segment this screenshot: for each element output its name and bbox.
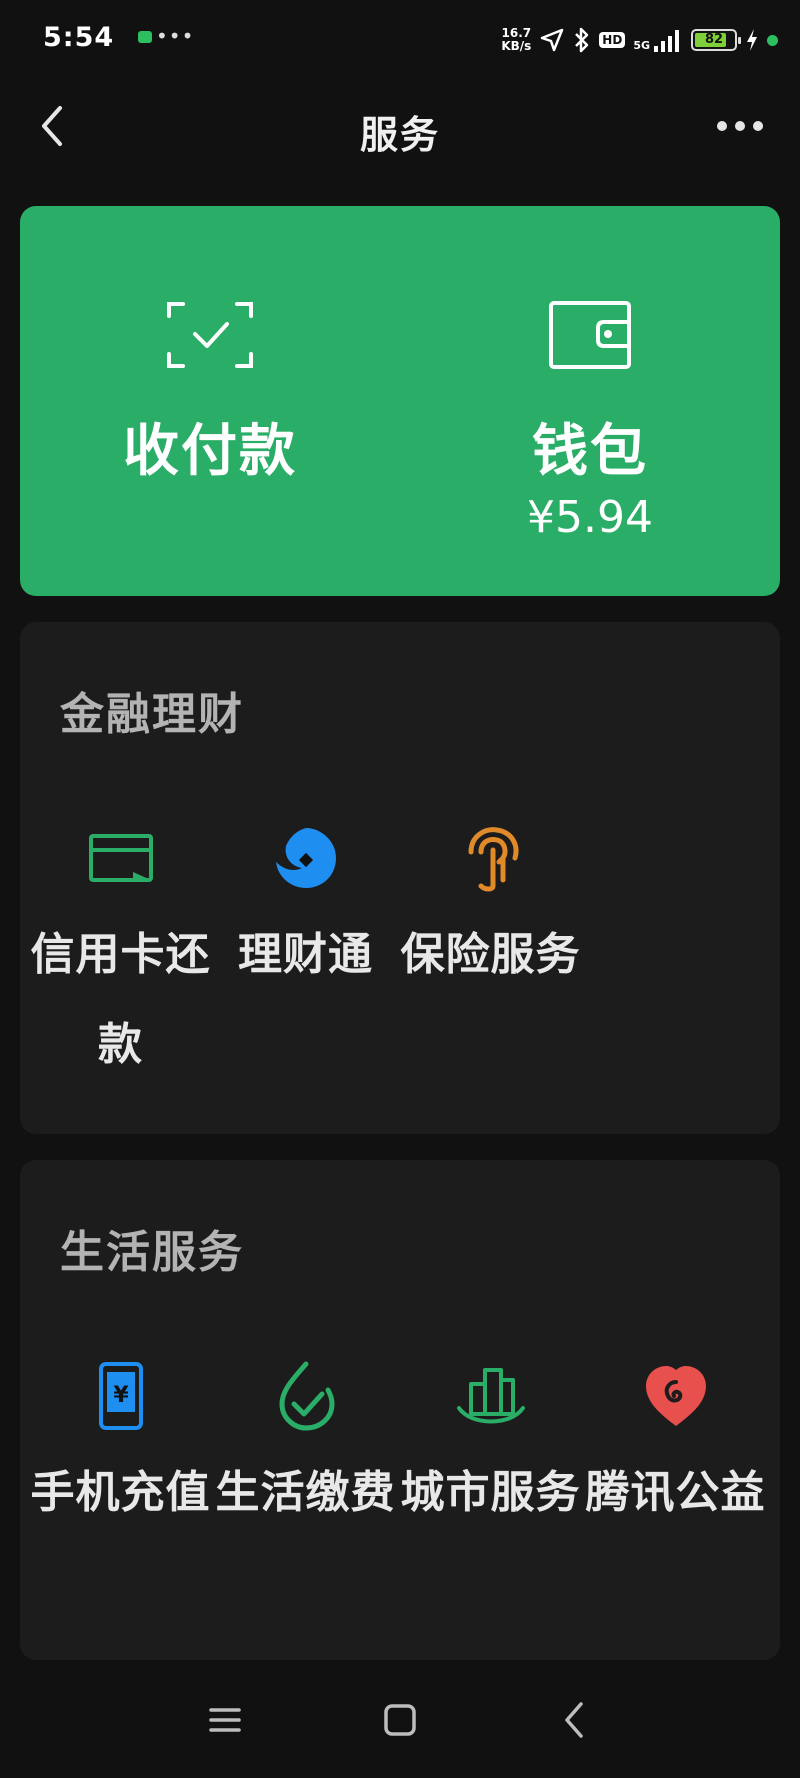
city-service-icon bbox=[456, 1368, 525, 1424]
recent-apps-button[interactable] bbox=[195, 1690, 255, 1750]
scan-check-icon bbox=[167, 302, 253, 368]
more-dots-icon bbox=[717, 121, 763, 131]
battery-icon: 82 bbox=[691, 29, 741, 51]
licaitong-label: 理财通 bbox=[238, 929, 373, 980]
insurance-service-button[interactable]: 保险服务 bbox=[398, 822, 583, 1052]
tencent-charity-button[interactable]: 腾讯公益 bbox=[583, 1360, 768, 1590]
menu-icon bbox=[209, 1708, 241, 1732]
utility-payment-label: 生活缴费 bbox=[215, 1467, 396, 1518]
signal-strength-icon bbox=[654, 30, 679, 52]
utility-payment-icon bbox=[278, 1361, 335, 1431]
insurance-service-label: 保险服务 bbox=[400, 929, 581, 980]
status-time: 5:54 bbox=[43, 22, 115, 53]
life-services-section-title: 生活服务 bbox=[60, 1227, 244, 1278]
network-speed-unit: KB/s bbox=[501, 39, 532, 53]
wallet-icon bbox=[549, 301, 631, 369]
city-service-label: 城市服务 bbox=[400, 1467, 581, 1518]
home-button[interactable] bbox=[370, 1690, 430, 1750]
credit-card-icon bbox=[88, 834, 153, 882]
privacy-indicator-dot bbox=[767, 34, 778, 46]
pay-receive-button[interactable]: 收付款 bbox=[20, 206, 400, 596]
pay-receive-label: 收付款 bbox=[123, 419, 297, 484]
location-arrow-icon bbox=[541, 28, 564, 52]
network-speed: 16.7 KB/s bbox=[501, 27, 531, 53]
system-back-button[interactable] bbox=[545, 1690, 605, 1750]
insurance-icon bbox=[468, 827, 518, 892]
home-square-icon bbox=[384, 1704, 416, 1736]
hd-voice-icon: HD bbox=[599, 32, 626, 48]
life-services-section: 生活服务 ¥ 手机充值 生活缴费 城市服务 腾讯公益 bbox=[20, 1160, 780, 1660]
finance-section: 金融理财 信用卡还款 理财通 保险服务 bbox=[20, 622, 780, 1134]
svg-text:¥: ¥ bbox=[113, 1383, 129, 1408]
status-right-group: 16.7 KB/s HD 5G 82 bbox=[501, 22, 778, 58]
wallet-balance: ¥5.94 bbox=[527, 492, 653, 543]
wallet-label: 钱包 bbox=[532, 419, 648, 484]
credit-card-repay-label: 信用卡还款 bbox=[30, 929, 211, 1070]
charity-heart-icon bbox=[645, 1366, 706, 1426]
charging-bolt-icon bbox=[747, 29, 757, 51]
credit-card-repay-button[interactable]: 信用卡还款 bbox=[28, 822, 213, 1070]
phone-recharge-icon: ¥ bbox=[98, 1362, 143, 1430]
more-options-button[interactable] bbox=[710, 104, 770, 148]
battery-nub bbox=[738, 37, 741, 44]
system-nav-bar bbox=[0, 1660, 800, 1778]
top-app-bar: 服务 bbox=[0, 90, 800, 162]
bluetooth-icon bbox=[575, 27, 589, 53]
phone-recharge-button[interactable]: ¥ 手机充值 bbox=[28, 1360, 213, 1590]
licaitong-button[interactable]: 理财通 bbox=[213, 822, 398, 1052]
back-triangle-icon bbox=[565, 1702, 583, 1738]
utility-payment-button[interactable]: 生活缴费 bbox=[213, 1360, 398, 1590]
tencent-charity-label: 腾讯公益 bbox=[585, 1467, 766, 1518]
city-service-button[interactable]: 城市服务 bbox=[398, 1360, 583, 1590]
notification-icon bbox=[138, 31, 152, 43]
pay-wallet-card: 收付款 钱包 ¥5.94 bbox=[20, 206, 780, 596]
licaitong-icon bbox=[275, 828, 336, 888]
phone-recharge-label: 手机充值 bbox=[30, 1467, 211, 1518]
signal-group: 5G bbox=[633, 28, 683, 52]
wallet-button[interactable]: 钱包 ¥5.94 bbox=[400, 206, 780, 596]
network-type: 5G bbox=[633, 39, 650, 52]
finance-section-title: 金融理财 bbox=[60, 689, 244, 740]
more-notifications-indicator: ••• bbox=[156, 24, 195, 48]
battery-level: 82 bbox=[704, 32, 724, 47]
page-title: 服务 bbox=[359, 113, 440, 157]
status-bar: 5:54 ••• 16.7 KB/s HD 5G 82 bbox=[0, 0, 800, 80]
